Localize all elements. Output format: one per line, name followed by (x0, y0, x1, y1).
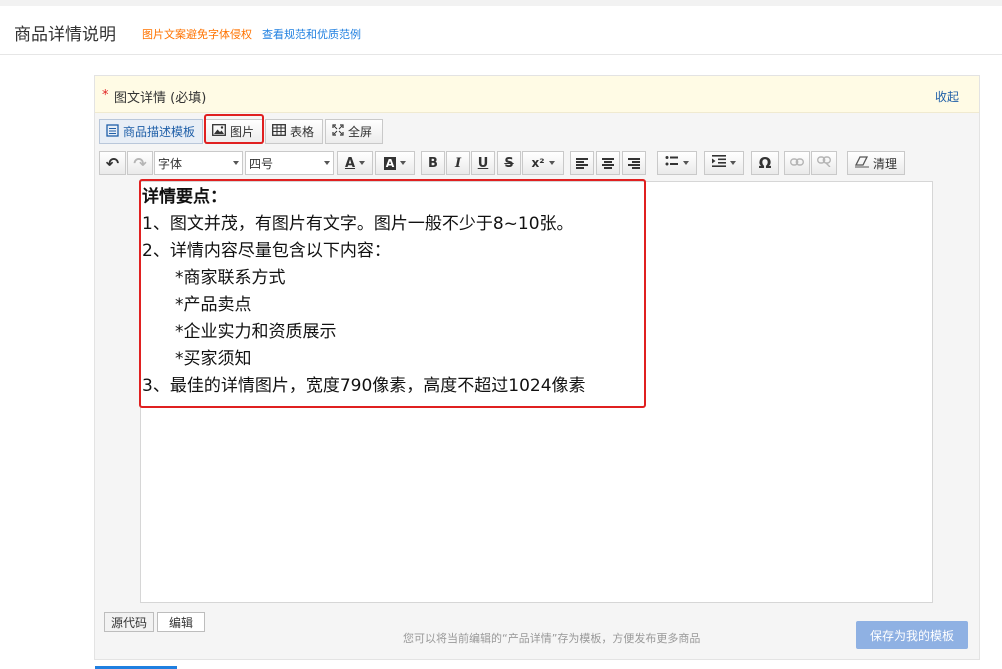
clear-format-button[interactable]: 清理 (847, 151, 905, 175)
content-highlight (139, 179, 646, 408)
tab-source-code[interactable]: 源代码 (104, 612, 154, 632)
template-icon (106, 123, 119, 140)
strikethrough-button[interactable]: S (497, 151, 521, 175)
align-left-button[interactable] (570, 151, 594, 175)
chevron-down-icon (548, 161, 555, 165)
indent-button[interactable] (704, 151, 744, 175)
table-icon (272, 124, 286, 139)
unlink-button[interactable] (811, 151, 837, 175)
chevron-down-icon (400, 161, 407, 165)
special-char-button[interactable]: Ω (751, 151, 779, 175)
bg-color-icon: A (383, 156, 397, 170)
template-button[interactable]: 商品描述模板 (99, 119, 203, 144)
font-color-button[interactable]: A (337, 151, 373, 175)
image-button-highlight (204, 114, 264, 144)
underline-button[interactable]: U (471, 151, 495, 175)
panel-header: * 图文详情 (必填) 收起 (95, 76, 979, 113)
collapse-link[interactable]: 收起 (935, 88, 959, 105)
unlink-icon (816, 155, 832, 171)
italic-icon: I (454, 155, 462, 171)
chevron-down-icon (359, 161, 366, 165)
omega-icon: Ω (758, 154, 772, 172)
undo-button[interactable]: ↶ (99, 151, 126, 175)
font-size-select[interactable]: 四号 (245, 151, 334, 175)
eraser-icon (854, 155, 869, 171)
italic-button[interactable]: I (446, 151, 470, 175)
bullet-list-icon (665, 155, 679, 171)
bold-icon: B (428, 155, 438, 171)
table-button[interactable]: 表格 (265, 119, 323, 144)
strikethrough-icon: S (504, 155, 514, 171)
undo-icon: ↶ (105, 153, 120, 173)
save-template-button[interactable]: 保存为我的模板 (856, 621, 968, 649)
panel-label: 图文详情 (必填) (114, 91, 207, 106)
format-toolbar: ↶ ↷ 字体 四号 A A B I U S x² Ω 清理 (99, 151, 975, 177)
fullscreen-icon (332, 124, 344, 139)
list-button[interactable] (657, 151, 697, 175)
font-family-value: 字体 (158, 156, 183, 171)
bold-button[interactable]: B (421, 151, 445, 175)
save-template-hint: 您可以将当前编辑的“产品详情”存为模板，方便发布更多商品 (403, 632, 701, 645)
superscript-icon: x² (531, 156, 545, 170)
align-left-icon (576, 157, 588, 170)
redo-icon: ↷ (133, 153, 147, 173)
chevron-down-icon (683, 161, 689, 165)
font-size-value: 四号 (249, 156, 274, 171)
bg-color-button[interactable]: A (375, 151, 415, 175)
fullscreen-label: 全屏 (348, 125, 373, 139)
template-label: 商品描述模板 (123, 125, 196, 139)
align-center-icon (602, 157, 614, 170)
align-center-button[interactable] (596, 151, 620, 175)
tab-edit[interactable]: 编辑 (157, 612, 205, 632)
align-right-button[interactable] (622, 151, 646, 175)
indent-icon (712, 155, 726, 171)
chevron-down-icon (730, 161, 736, 165)
fullscreen-button[interactable]: 全屏 (325, 119, 383, 144)
redo-button[interactable]: ↷ (127, 151, 153, 175)
clear-format-label: 清理 (872, 156, 897, 171)
align-right-icon (628, 157, 640, 170)
chevron-down-icon (233, 161, 239, 165)
font-infringement-link[interactable]: 图片文案避免字体侵权 (142, 26, 252, 42)
required-star: * (102, 88, 109, 103)
superscript-button[interactable]: x² (522, 151, 564, 175)
page-header: 商品详情说明 图片文案避免字体侵权 查看规范和优质范例 (0, 6, 1002, 55)
font-family-select[interactable]: 字体 (154, 151, 243, 175)
link-icon (789, 156, 805, 171)
guide-examples-link[interactable]: 查看规范和优质范例 (262, 26, 361, 42)
underline-icon: U (477, 155, 489, 171)
page-title: 商品详情说明 (14, 25, 116, 45)
link-button[interactable] (784, 151, 810, 175)
font-color-icon: A (344, 155, 356, 171)
table-label: 表格 (290, 125, 315, 139)
chevron-down-icon (324, 161, 330, 165)
